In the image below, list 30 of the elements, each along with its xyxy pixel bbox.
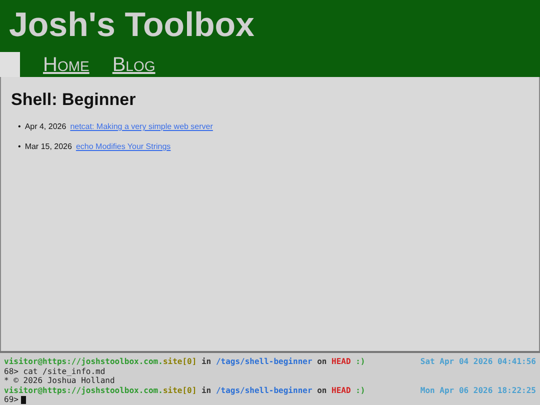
text-cursor bbox=[21, 396, 26, 404]
prompt-text: HEAD bbox=[332, 357, 351, 366]
nav-link[interactable]: Blog bbox=[112, 54, 156, 77]
prompt-text: site[0] bbox=[162, 386, 197, 394]
prompt-text: HEAD bbox=[332, 386, 351, 394]
terminal-output: 68> cat /site_info.md bbox=[4, 366, 106, 376]
nav-link[interactable]: Home bbox=[43, 54, 90, 77]
post-link[interactable]: netcat: Making a very simple web server bbox=[70, 122, 213, 131]
prompt-text: /tags/shell-beginner bbox=[216, 386, 312, 394]
bullet: • bbox=[18, 142, 21, 151]
terminal-output: * © 2026 Joshua Holland bbox=[4, 376, 115, 386]
page-heading: Shell: Beginner bbox=[11, 90, 137, 110]
prompt-text: :) bbox=[354, 386, 366, 394]
post-date: Apr 4, 2026 bbox=[24, 122, 66, 131]
bullet: • bbox=[18, 122, 21, 131]
prompt-text: in bbox=[200, 386, 212, 394]
prompt-text: :) bbox=[354, 357, 366, 366]
timestamp: Mon Apr 06 2026 18:22:25 bbox=[420, 386, 536, 395]
prompt-text: /tags/shell-beginner bbox=[216, 357, 312, 366]
prompt-text: on bbox=[316, 357, 328, 366]
terminal-input-prompt: 69> bbox=[4, 395, 18, 404]
prompt-text: visitor@https://joshstoolbox.com. bbox=[4, 386, 163, 394]
site-title: Josh's Toolbox bbox=[8, 5, 256, 46]
prompt-text: in bbox=[200, 357, 212, 366]
timestamp: Sat Apr 04 2026 04:41:56 bbox=[420, 357, 536, 366]
prompt-text: on bbox=[316, 386, 328, 394]
prompt-text: site[0] bbox=[162, 357, 197, 366]
post-link[interactable]: echo Modifies Your Strings bbox=[76, 142, 171, 151]
post-date: Mar 15, 2026 bbox=[24, 142, 72, 151]
prompt-text: visitor@https://joshstoolbox.com. bbox=[4, 357, 163, 366]
